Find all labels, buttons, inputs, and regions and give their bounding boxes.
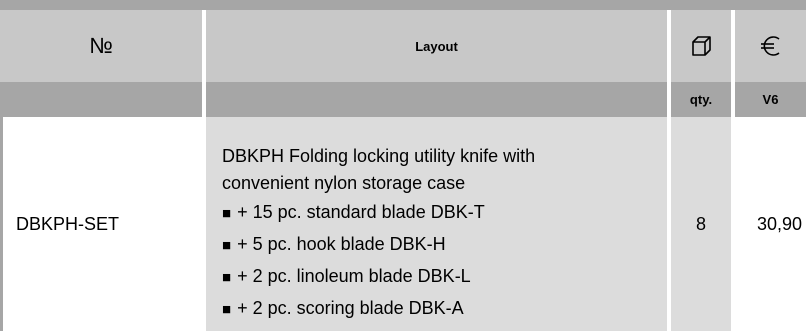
product-description: DBKPH Folding locking utility knife with… (206, 117, 671, 331)
table-subheader-row: qty. V6 (0, 82, 806, 117)
item-text: + 5 pc. hook blade DBK-H (237, 234, 446, 254)
qty-label: qty. (671, 82, 735, 117)
list-item: ■ + 15 pc. standard blade DBK-T (222, 197, 535, 229)
bullet-icon: ■ (222, 237, 232, 254)
table-header-row: № Layout (0, 10, 806, 82)
list-item: ■ + 2 pc. scoring blade DBK-A (222, 293, 535, 325)
header-layout: Layout (206, 10, 671, 82)
product-table: № Layout qty. V6 DBKPH-SET DBKPH Folding… (0, 10, 806, 331)
euro-icon (758, 34, 784, 58)
header-price (735, 10, 806, 82)
subheader-empty-2 (206, 82, 671, 117)
item-text: + 2 pc. scoring blade DBK-A (237, 298, 464, 318)
table-row: DBKPH-SET DBKPH Folding locking utility … (0, 117, 806, 331)
list-item: ■ + 5 pc. hook blade DBK-H (222, 229, 535, 261)
subheader-empty-1 (0, 82, 206, 117)
header-article-number: № (0, 10, 206, 82)
number-sign-label: № (89, 33, 113, 58)
item-text: + 15 pc. standard blade DBK-T (237, 202, 485, 222)
description-line: convenient nylon storage case (222, 173, 466, 193)
left-border (0, 117, 3, 331)
quantity-value: 8 (671, 117, 735, 331)
bullet-icon: ■ (222, 301, 232, 318)
layout-label: Layout (415, 38, 458, 54)
box-icon (689, 34, 713, 58)
top-strip (0, 0, 806, 10)
bullet-icon: ■ (222, 269, 232, 286)
price-value: 30,90 (735, 117, 806, 331)
article-number: DBKPH-SET (0, 117, 206, 331)
item-text: + 2 pc. linoleum blade DBK-L (237, 266, 471, 286)
header-quantity (671, 10, 735, 82)
price-group-label: V6 (735, 82, 806, 117)
bullet-icon: ■ (222, 205, 232, 222)
description-block: DBKPH Folding locking utility knife with… (222, 143, 535, 325)
description-line: DBKPH Folding locking utility knife with (222, 146, 536, 166)
list-item: ■ + 2 pc. linoleum blade DBK-L (222, 261, 535, 293)
